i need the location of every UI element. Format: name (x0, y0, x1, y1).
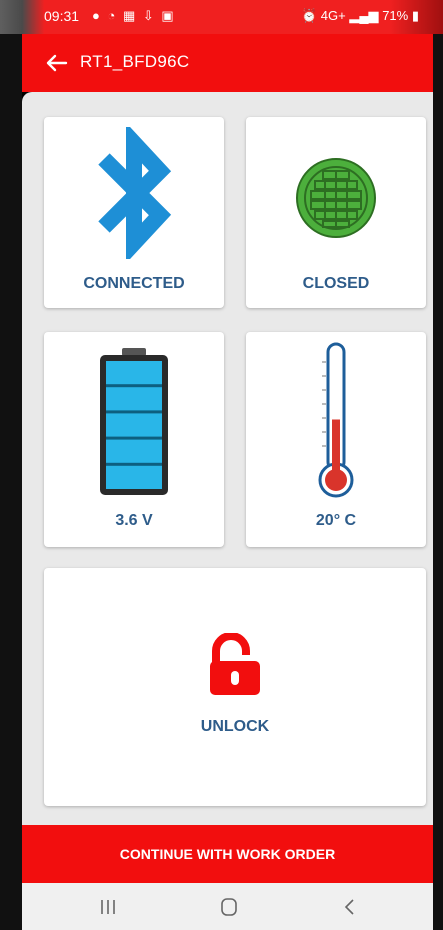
status-bar: 09:31 ● ◔ ▦ ⇩ ▣ ⏰ 4G+ ▂▄▆ 71% ▮ (0, 0, 443, 34)
bluetooth-status-card[interactable]: CONNECTED (44, 117, 224, 308)
app-bar: RT1_BFD96C (22, 34, 433, 92)
recent-apps-button[interactable] (96, 895, 120, 919)
arrow-left-icon (46, 54, 68, 72)
back-button[interactable] (42, 48, 72, 78)
gallery-icon: ▣ (161, 8, 176, 23)
system-nav-bar (22, 883, 433, 930)
battery-voltage-label: 3.6 V (115, 512, 153, 529)
temperature-status-card[interactable]: 20° C (246, 332, 426, 547)
battery-cell (106, 387, 162, 411)
battery-cell (106, 413, 162, 437)
recent-apps-icon (101, 900, 115, 914)
nav-back-icon (344, 899, 354, 915)
bluetooth-status-label: CONNECTED (83, 275, 185, 292)
temperature-label: 20° C (315, 512, 357, 529)
unlocked-padlock-icon (210, 633, 260, 695)
unlock-button[interactable]: UNLOCK (44, 568, 426, 806)
home-button[interactable] (217, 895, 241, 919)
location-icon: ● (92, 8, 102, 23)
screen-left-edge (0, 0, 22, 930)
thermometer-icon (318, 342, 354, 498)
nav-back-button[interactable] (338, 895, 362, 919)
app-icon: ▦ (122, 8, 138, 23)
manhole-cover-icon (296, 158, 376, 238)
continue-work-order-label: CONTINUE WITH WORK ORDER (119, 846, 336, 862)
download-icon: ⇩ (142, 8, 156, 23)
whatsapp-icon: ◔ (107, 8, 118, 23)
screen-right-edge (433, 0, 443, 930)
status-right: ⏰ 4G+ ▂▄▆ 71% ▮ (301, 8, 419, 24)
battery-cell (106, 465, 162, 489)
battery-cell (106, 361, 162, 385)
notification-icons: ● ◔ ▦ ⇩ ▣ (92, 8, 176, 24)
page-title: RT1_BFD96C (80, 52, 190, 71)
battery-status-icon: ▮ (411, 8, 419, 23)
door-status-label: CLOSED (302, 275, 370, 292)
bluetooth-icon (98, 127, 172, 259)
battery-cell (106, 439, 162, 463)
phone-screen: 09:31 ● ◔ ▦ ⇩ ▣ ⏰ 4G+ ▂▄▆ 71% ▮ RT1_BFD9… (0, 0, 443, 930)
status-time: 09:31 (44, 8, 80, 24)
home-icon (221, 898, 237, 916)
battery-status-card[interactable]: 3.6 V (44, 332, 224, 547)
alarm-icon: ⏰ (300, 8, 318, 23)
battery-percent: 71% (382, 8, 409, 23)
signal-icon: ▂▄▆ (349, 8, 379, 23)
door-status-card[interactable]: CLOSED (246, 117, 426, 308)
network-indicator: 4G+ (320, 8, 346, 23)
battery-full-icon (100, 348, 168, 495)
continue-work-order-button[interactable]: CONTINUE WITH WORK ORDER (22, 825, 433, 883)
unlock-label: UNLOCK (200, 718, 270, 735)
device-status-panel: CONNECTED CLOSED 3.6 V 20° C UNLOCK (22, 92, 433, 825)
